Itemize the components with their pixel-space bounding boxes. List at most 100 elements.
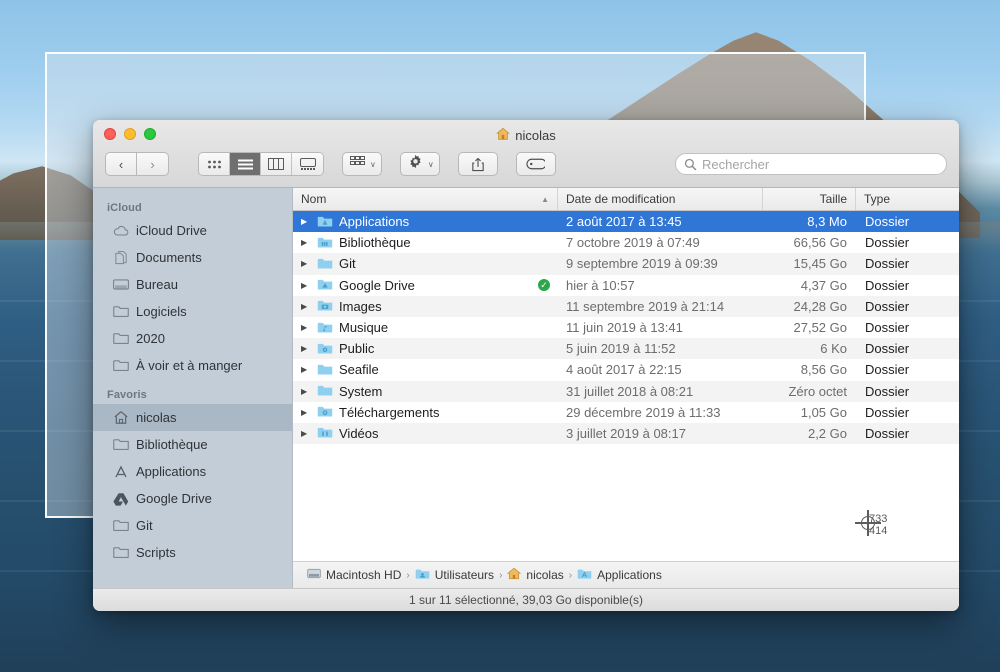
- disclosure-triangle-icon[interactable]: ▶: [301, 259, 311, 268]
- downloads-folder-icon: [317, 405, 333, 419]
- sidebar-item-bibliotheque[interactable]: Bibliothèque: [93, 431, 292, 458]
- icon-view-button[interactable]: [199, 153, 230, 175]
- search-icon: [684, 158, 697, 170]
- file-name-cell[interactable]: ▶ Google Drive ✓: [293, 278, 558, 293]
- column-header-type[interactable]: Type: [856, 188, 959, 210]
- file-name-cell[interactable]: ▶ Applications: [293, 214, 558, 229]
- sidebar-item-a-voir-et-a-manger[interactable]: À voir et à manger: [93, 352, 292, 379]
- breadcrumb-label: Utilisateurs: [434, 568, 495, 582]
- column-header-date[interactable]: Date de modification: [558, 188, 763, 210]
- column-headers[interactable]: Nom ▲ Date de modification Taille Type: [293, 188, 959, 211]
- status-bar-text: 1 sur 11 sélectionné, 39,03 Go disponibl…: [409, 593, 643, 607]
- file-name-text: Applications: [339, 214, 410, 230]
- breadcrumb-item-utilisateurs[interactable]: Utilisateurs: [415, 568, 494, 583]
- file-name-cell[interactable]: ▶ Musique: [293, 320, 558, 335]
- disclosure-triangle-icon[interactable]: ▶: [301, 238, 311, 247]
- sidebar-item-icloud-drive[interactable]: iCloud Drive: [93, 217, 292, 244]
- table-row[interactable]: ▶ Bibliothèque 7 octobre 2019 à 07:49 66…: [293, 232, 959, 253]
- table-row[interactable]: ▶ Musique 11 juin 2019 à 13:41 27,52 Go: [293, 317, 959, 338]
- disclosure-triangle-icon[interactable]: ▶: [301, 387, 311, 396]
- sidebar-item-bureau[interactable]: Bureau: [93, 271, 292, 298]
- home-icon: [507, 567, 522, 583]
- column-header-label: Taille: [819, 192, 847, 206]
- table-row[interactable]: ▶ Git 9 septembre 2019 à 09:39 15,45 Go …: [293, 253, 959, 275]
- view-mode-segmented-control[interactable]: [198, 152, 324, 176]
- search-container[interactable]: Rechercher: [675, 153, 947, 175]
- file-rows[interactable]: ▶ Applications 2 août 2017 à 13:45 8,3 M…: [293, 211, 959, 561]
- library-folder-icon: [317, 236, 333, 250]
- table-row[interactable]: ▶ Applications 2 août 2017 à 13:45 8,3 M…: [293, 211, 959, 233]
- breadcrumb-label: Macintosh HD: [326, 568, 402, 582]
- sidebar-item-google-drive[interactable]: Google Drive: [93, 485, 292, 512]
- file-name-cell[interactable]: ▶ Vidéos: [293, 426, 558, 441]
- breadcrumb-item-applications[interactable]: Applications: [577, 568, 662, 583]
- disclosure-triangle-icon[interactable]: ▶: [301, 429, 311, 438]
- sidebar-item-applications[interactable]: Applications: [93, 458, 292, 485]
- file-name-cell[interactable]: ▶ System: [293, 384, 558, 399]
- file-name-cell[interactable]: ▶ Téléchargements: [293, 405, 558, 420]
- disclosure-triangle-icon[interactable]: ▶: [301, 323, 311, 332]
- disclosure-triangle-icon[interactable]: ▶: [301, 302, 311, 311]
- sidebar-item-documents[interactable]: Documents: [93, 244, 292, 271]
- table-row[interactable]: ▶ Vidéos 3 juillet 2019 à 08:17 2,2 Go D…: [293, 422, 959, 445]
- sidebar-item-git[interactable]: Git: [93, 512, 292, 539]
- disclosure-triangle-icon[interactable]: ▶: [301, 408, 311, 417]
- forward-button[interactable]: ›: [137, 152, 169, 176]
- gallery-view-button[interactable]: [292, 153, 323, 175]
- sync-ok-icon: ✓: [538, 279, 550, 292]
- group-by-icon: [350, 155, 365, 173]
- file-date-cell: 11 juin 2019 à 13:41: [566, 320, 683, 336]
- file-name-cell[interactable]: ▶ Bibliothèque: [293, 235, 558, 250]
- table-row[interactable]: ▶ System 31 juillet 2018 à 08:21 Zéro oc…: [293, 380, 959, 402]
- search-input[interactable]: Rechercher: [675, 153, 947, 175]
- tags-button[interactable]: [515, 152, 556, 176]
- sidebar-item-label: À voir et à manger: [136, 358, 243, 373]
- disclosure-triangle-icon[interactable]: ▶: [301, 217, 311, 226]
- table-row[interactable]: ▶ Google Drive ✓ hier à 10:57 4,37 Go Do…: [293, 275, 959, 296]
- file-size-cell: 4,37 Go: [800, 277, 847, 293]
- chevron-down-icon: ∨: [370, 159, 376, 169]
- file-name-cell[interactable]: ▶ Public: [293, 341, 558, 356]
- file-name-text: System: [339, 383, 383, 399]
- sidebar-item-label: 2020: [136, 331, 165, 346]
- window-toolbar: nicolas ‹ › ∨ ∨ Rechercher: [93, 120, 959, 188]
- navigation-buttons[interactable]: ‹ ›: [105, 152, 169, 176]
- action-menu-button[interactable]: ∨: [399, 152, 440, 176]
- file-name-cell[interactable]: ▶ Git: [293, 256, 558, 271]
- finder-sidebar[interactable]: iCloud iCloud Drive Documents Bureau Log…: [93, 188, 293, 588]
- column-header-size[interactable]: Taille: [763, 188, 856, 210]
- breadcrumb-item-macintosh-hd[interactable]: Macintosh HD: [307, 568, 401, 582]
- public-folder-icon: [317, 342, 333, 356]
- sidebar-section-header-favoris: Favoris: [107, 389, 147, 401]
- disclosure-triangle-icon[interactable]: ▶: [301, 281, 311, 290]
- sidebar-item-nicolas[interactable]: nicolas: [93, 404, 292, 431]
- back-button[interactable]: ‹: [105, 152, 137, 176]
- file-date-cell: 9 septembre 2019 à 09:39: [566, 256, 718, 272]
- column-view-button[interactable]: [261, 153, 292, 175]
- folder-icon: [113, 358, 129, 374]
- column-header-name[interactable]: Nom ▲: [293, 188, 558, 210]
- group-by-button[interactable]: ∨: [342, 152, 382, 176]
- search-placeholder-text: Rechercher: [702, 156, 770, 172]
- file-type-cell: Dossier: [865, 235, 910, 251]
- column-header-label: Date de modification: [566, 192, 676, 206]
- file-type-cell: Dossier: [865, 362, 910, 378]
- home-icon: [496, 127, 511, 144]
- table-row[interactable]: ▶ Téléchargements 29 décembre 2019 à 11:: [293, 402, 959, 423]
- table-row[interactable]: ▶ Images 11 septembre 2019 à 21:14 24,28…: [293, 295, 959, 317]
- sidebar-item-logiciels[interactable]: Logiciels: [93, 298, 292, 325]
- table-row[interactable]: ▶ Seafile 4 août 2017 à 22:15 8,56 Go Do…: [293, 359, 959, 380]
- file-date-cell: 4 août 2017 à 22:15: [566, 362, 682, 378]
- table-row[interactable]: ▶ Public 5 juin 2019 à 11:52 6 Ko Dossie…: [293, 338, 959, 360]
- breadcrumb-item-nicolas[interactable]: nicolas: [507, 567, 564, 583]
- path-bar[interactable]: Macintosh HD › Utilisateurs › nicolas › …: [293, 561, 959, 588]
- file-name-cell[interactable]: ▶ Seafile: [293, 362, 558, 377]
- share-button[interactable]: [457, 152, 498, 176]
- disclosure-triangle-icon[interactable]: ▶: [301, 344, 311, 353]
- sidebar-item-2020[interactable]: 2020: [93, 325, 292, 352]
- disclosure-triangle-icon[interactable]: ▶: [301, 365, 311, 374]
- file-name-text: Musique: [339, 320, 389, 336]
- sidebar-item-scripts[interactable]: Scripts: [93, 539, 292, 566]
- file-name-cell[interactable]: ▶ Images: [293, 299, 558, 314]
- list-view-button[interactable]: [230, 153, 261, 175]
